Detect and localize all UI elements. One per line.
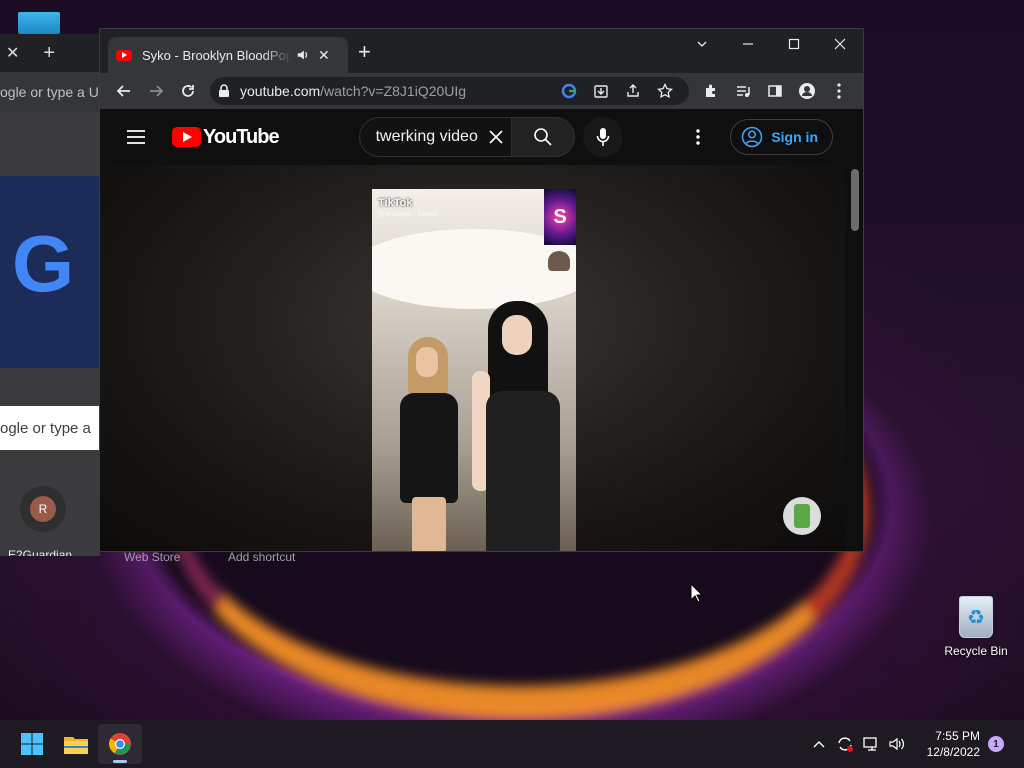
chrome-icon[interactable] [98, 724, 142, 764]
plus-icon[interactable]: + [43, 42, 55, 65]
background-tab-bar: ✕ + [0, 34, 100, 72]
tiktok-watermark: TikTok [378, 197, 413, 209]
recycle-bin-icon: ♻ [959, 596, 993, 638]
clock-time: 7:55 PM [935, 729, 980, 743]
page-viewport[interactable]: YouTube Si [100, 109, 863, 551]
recycle-bin[interactable]: ♻ Recycle Bin [940, 596, 1012, 658]
url-path: /watch?v=Z8J1iQ20UIg [320, 83, 467, 99]
url-text: youtube.com/watch?v=Z8J1iQ20UIg [240, 83, 553, 99]
avatar: R [30, 496, 56, 522]
tab-strip[interactable]: Syko - Brooklyn BloodPop TikTok ✕ + [100, 29, 863, 73]
volume-icon[interactable] [884, 728, 910, 760]
system-tray: 7:55 PM 12/8/2022 1 [806, 728, 1024, 760]
hamburger-icon[interactable] [116, 129, 156, 145]
taskbar-clock[interactable]: 7:55 PM 12/8/2022 [910, 728, 980, 760]
address-bar[interactable]: youtube.com/watch?v=Z8J1iQ20UIg [210, 77, 689, 105]
notification-badge[interactable]: 1 [988, 736, 1004, 752]
tab-youtube[interactable]: Syko - Brooklyn BloodPop TikTok ✕ [108, 37, 348, 73]
search-bar [358, 117, 623, 157]
shortcut-label-add-shortcut: Add shortcut [228, 550, 296, 564]
reload-icon[interactable] [172, 75, 204, 107]
search-input[interactable] [375, 128, 484, 146]
kebab-menu-icon[interactable] [823, 75, 855, 107]
profile-icon[interactable] [791, 75, 823, 107]
chevron-down-icon[interactable] [679, 29, 725, 59]
youtube-logo-text: YouTube [203, 125, 280, 148]
shortcut-tile[interactable]: R [20, 486, 66, 532]
taskbar: 7:55 PM 12/8/2022 1 [0, 720, 1024, 768]
search-button[interactable] [510, 117, 575, 157]
video-player[interactable]: TikTok @brooklyn · kawaii S [100, 165, 845, 551]
youtube-favicon-icon [116, 49, 132, 61]
tab-title: Syko - Brooklyn BloodPop TikTok [142, 47, 292, 63]
youtube-logo[interactable]: YouTube [172, 125, 280, 149]
background-browser-window[interactable]: ✕ + ogle or type a URL G ogle or type a … [0, 34, 100, 556]
channel-watermark-icon[interactable] [783, 497, 821, 535]
install-icon[interactable] [585, 83, 617, 99]
search-icon [533, 128, 552, 146]
address-placeholder: ogle or type a URL [0, 84, 100, 100]
file-explorer-icon[interactable] [54, 724, 98, 764]
window-controls [679, 29, 863, 59]
media-icon[interactable] [727, 75, 759, 107]
forward-arrow-icon[interactable] [140, 75, 172, 107]
search-field[interactable] [358, 117, 511, 157]
video-person-left [394, 337, 464, 551]
close-icon[interactable] [817, 29, 863, 59]
ceiling-lamp [548, 251, 570, 271]
side-panel-icon[interactable] [759, 75, 791, 107]
sign-in-label: Sign in [771, 129, 818, 145]
google-doodle[interactable]: G [0, 176, 100, 368]
network-icon[interactable] [858, 728, 884, 760]
extensions-icon[interactable] [695, 75, 727, 107]
recycle-bin-label: Recycle Bin [944, 644, 1008, 658]
voice-search-button[interactable] [582, 117, 623, 157]
mouse-cursor-icon [690, 583, 704, 603]
back-arrow-icon[interactable] [108, 75, 140, 107]
page-scrollbar[interactable] [851, 169, 859, 231]
sticker-letter: S [553, 205, 567, 228]
desktop-folder-icon[interactable] [18, 12, 60, 34]
youtube-masthead: YouTube Si [100, 109, 863, 165]
clear-icon[interactable] [488, 129, 504, 145]
minimize-icon[interactable] [725, 29, 771, 59]
url-host: youtube.com [240, 83, 321, 99]
browser-window[interactable]: Syko - Brooklyn BloodPop TikTok ✕ + [99, 28, 864, 552]
google-search-box[interactable]: ogle or type a [0, 406, 100, 450]
account-icon [742, 126, 763, 148]
sync-icon[interactable] [832, 728, 858, 760]
tiktok-handle: @brooklyn · kawaii [378, 211, 438, 218]
video-person-right [470, 301, 570, 551]
search-placeholder: ogle or type a [0, 419, 91, 437]
chevron-up-icon[interactable] [806, 728, 832, 760]
browser-toolbar: youtube.com/watch?v=Z8J1iQ20UIg [100, 73, 863, 109]
doodle-letter: G [12, 219, 74, 308]
channel-sticker: S [544, 189, 576, 245]
background-address-bar[interactable]: ogle or type a URL [0, 72, 100, 112]
close-icon[interactable]: ✕ [6, 43, 19, 63]
sign-in-button[interactable]: Sign in [730, 119, 833, 155]
speaker-icon[interactable] [296, 48, 310, 62]
maximize-icon[interactable] [771, 29, 817, 59]
kebab-menu-icon[interactable] [678, 129, 718, 145]
video-frame[interactable]: TikTok @brooklyn · kawaii S [372, 189, 576, 551]
clock-date: 12/8/2022 [926, 745, 980, 759]
star-icon[interactable] [649, 83, 681, 99]
share-icon[interactable] [617, 83, 649, 99]
youtube-logo-icon [172, 127, 201, 147]
mic-icon [596, 128, 609, 146]
lock-icon[interactable] [218, 84, 230, 98]
windows-start-icon[interactable] [10, 724, 54, 764]
shortcut-label-web-store: Web Store [124, 550, 181, 564]
google-icon[interactable] [553, 83, 585, 99]
shortcut-label: E2Guardian [8, 548, 73, 556]
close-icon[interactable]: ✕ [318, 47, 330, 64]
plus-icon[interactable]: + [358, 41, 371, 63]
